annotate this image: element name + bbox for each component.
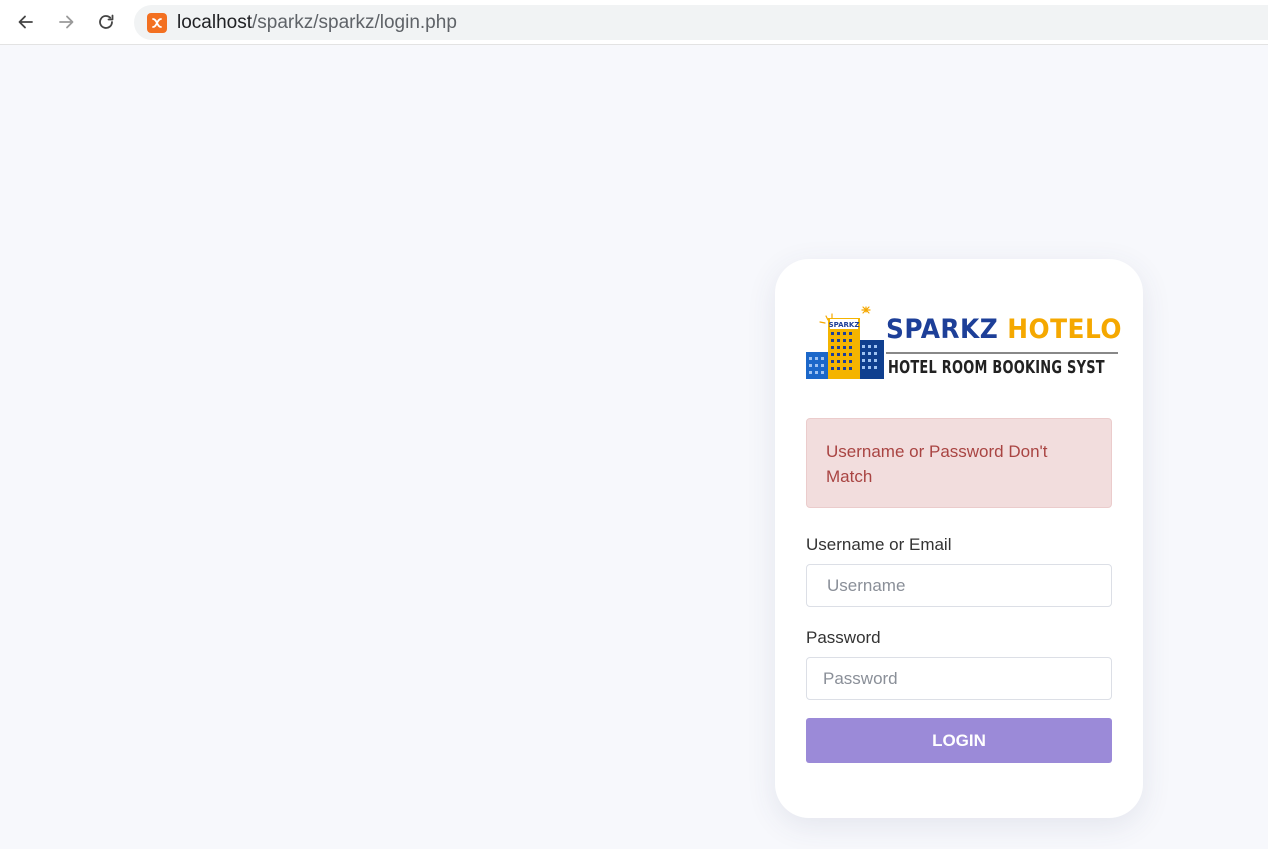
username-input[interactable] (806, 564, 1112, 607)
password-label: Password (806, 628, 881, 647)
hotel-logo: SPARKZ SPARKZ HOTELO HOTEL ROOM BOOKING … (806, 304, 1121, 382)
login-card: SPARKZ SPARKZ HOTELO HOTEL ROOM BOOKING … (775, 259, 1143, 818)
reload-icon (99, 14, 114, 29)
arrow-right-icon (59, 15, 74, 29)
url-host: localhost (177, 11, 252, 33)
arrow-left-icon (18, 15, 33, 29)
browser-toolbar: localhost/sparkz/sparkz/login.php (0, 0, 1268, 45)
logo-subtitle: HOTEL ROOM BOOKING SYST (888, 357, 1105, 378)
reload-button[interactable] (92, 8, 120, 36)
username-label: Username or Email (806, 535, 952, 554)
logo-divider (886, 352, 1118, 354)
logo-title-part1: SPARKZ (886, 314, 999, 345)
logo-title-part2: HOTELO (1007, 314, 1122, 345)
logo-title: SPARKZ HOTELO (886, 314, 1122, 345)
xampp-icon (147, 12, 167, 33)
password-input[interactable] (806, 657, 1112, 700)
address-bar[interactable]: localhost/sparkz/sparkz/login.php (134, 5, 1268, 40)
forward-button[interactable] (52, 8, 80, 36)
login-button[interactable]: LOGIN (806, 718, 1112, 763)
url-path: /sparkz/sparkz/login.php (252, 11, 457, 33)
building-sign-text: SPARKZ (829, 321, 860, 329)
url-text: localhost/sparkz/sparkz/login.php (177, 12, 457, 34)
back-button[interactable] (12, 8, 40, 36)
error-alert: Username or Password Don't Match (806, 418, 1112, 508)
